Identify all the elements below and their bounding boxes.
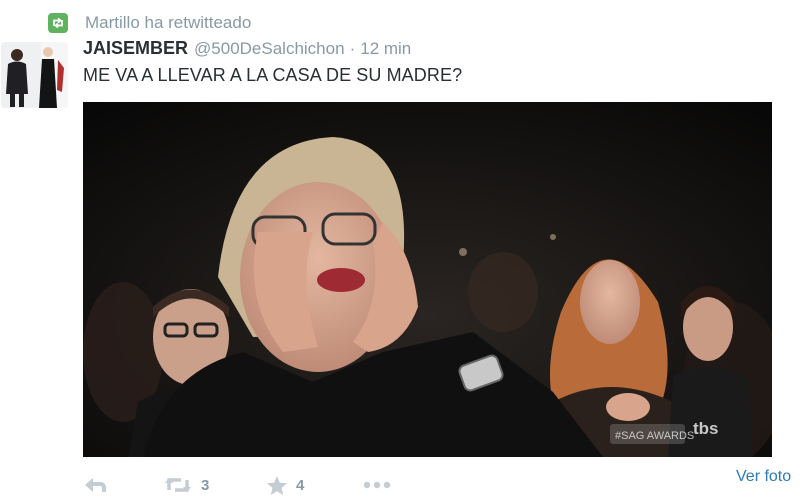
star-icon <box>267 475 287 495</box>
reply-icon <box>85 478 106 492</box>
favorite-button[interactable]: 4 <box>266 470 304 500</box>
favorite-count: 4 <box>296 476 305 494</box>
retweet-context: Martillo ha retwitteado <box>48 12 251 34</box>
view-photo-link[interactable]: Ver foto <box>736 468 791 486</box>
tweet-text: ME VA A LLEVAR A LA CASA DE SU MADRE? <box>83 65 463 85</box>
timestamp[interactable]: 12 min <box>360 39 411 59</box>
watermark-awards: #SAG AWARDS <box>615 430 694 442</box>
watermark-network: tbs <box>693 419 719 438</box>
retweet-count: 3 <box>201 476 210 494</box>
author-handle[interactable]: @500DeSalchichon <box>194 39 345 59</box>
retweet-button[interactable]: 3 <box>163 470 209 500</box>
avatar[interactable] <box>1 42 68 108</box>
tweet-header: JAISEMBER @500DeSalchichon · 12 min <box>83 38 411 64</box>
tweet-media-image[interactable]: #SAG AWARDS tbs <box>83 102 772 457</box>
more-button[interactable] <box>363 470 391 500</box>
tweet-actions: 3 4 <box>83 470 773 500</box>
more-dots-icon <box>363 481 391 489</box>
author-name[interactable]: JAISEMBER <box>83 38 188 59</box>
reply-button[interactable] <box>83 470 109 500</box>
retweet-icon <box>48 13 68 33</box>
separator-dot: · <box>349 39 356 58</box>
retweet-icon <box>165 478 191 492</box>
retweet-context-label[interactable]: Martillo ha retwitteado <box>85 13 251 33</box>
